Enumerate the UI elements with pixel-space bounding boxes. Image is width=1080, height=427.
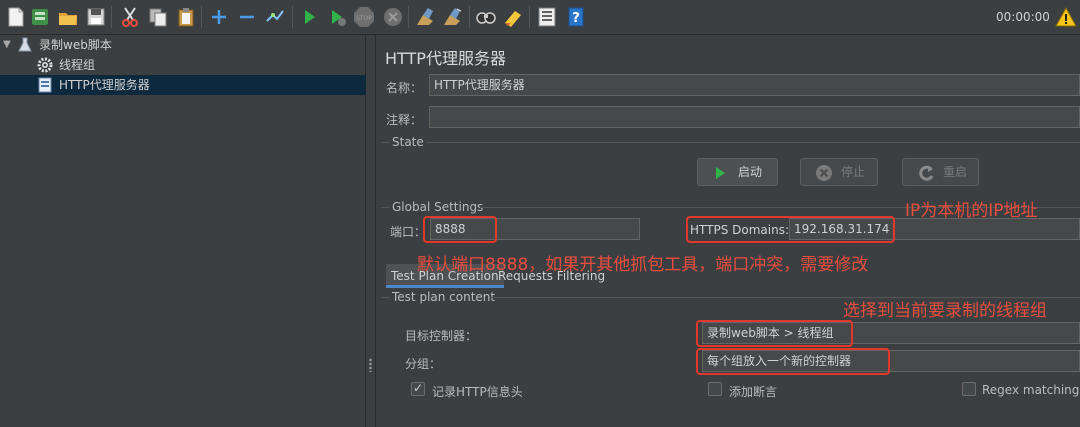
name-label: 名称： — [386, 81, 423, 95]
save-icon[interactable] — [84, 5, 108, 29]
stop-button[interactable]: 停止 — [800, 158, 878, 186]
tree-item-thread-group[interactable]: 线程组 — [0, 55, 366, 75]
stop-circle-icon — [815, 164, 833, 191]
svg-text:?: ? — [572, 11, 580, 26]
regex-matching-checkbox[interactable] — [962, 382, 976, 396]
ip-annotation: IP为本机的IP地址 — [905, 201, 1038, 221]
start-icon[interactable] — [297, 5, 321, 29]
copy-icon[interactable] — [146, 5, 170, 29]
comment-label: 注释： — [386, 113, 423, 127]
target-controller-label: 目标控制器： — [405, 329, 478, 343]
toolbar: STOP ? 00:00:00 — [0, 0, 1080, 35]
comment-field[interactable] — [429, 106, 1080, 128]
shutdown-icon[interactable] — [381, 5, 405, 29]
port-annotation: 默认端口8888，如果开其他抓包工具，端口冲突，需要修改 — [417, 255, 869, 275]
regex-matching-label: Regex matching — [982, 383, 1080, 397]
stop-icon[interactable]: STOP — [352, 5, 376, 29]
clear-all-icon[interactable] — [441, 5, 465, 29]
global-settings-label: Global Settings — [392, 200, 484, 214]
new-icon[interactable] — [4, 5, 28, 29]
test-plan-tree: ▼ 录制web脚本 线程组 HTTP代理服务器 — [0, 35, 366, 427]
add-assertions-checkbox[interactable] — [708, 382, 722, 396]
function-helper-icon[interactable] — [535, 5, 559, 29]
target-annotation: 选择到当前要录制的线程组 — [843, 301, 1047, 321]
https-highlight-box — [686, 216, 895, 243]
port-highlight-box — [423, 216, 497, 243]
tree-item-label: HTTP代理服务器 — [59, 78, 150, 92]
tree-item-test-plan[interactable]: ▼ 录制web脚本 — [0, 35, 366, 55]
port-label: 端口： — [390, 225, 427, 239]
elapsed-timer: 00:00:00 — [996, 10, 1050, 24]
restart-icon — [917, 164, 935, 191]
start-button[interactable]: 启动 — [697, 158, 778, 186]
restart-button[interactable]: 重启 — [902, 158, 979, 186]
target-highlight-box — [696, 320, 853, 347]
warning-icon[interactable] — [1055, 6, 1077, 31]
expand-icon[interactable] — [207, 5, 231, 29]
help-icon[interactable]: ? — [564, 5, 588, 29]
state-group-label: State — [392, 135, 424, 149]
grouping-label: 分组： — [405, 357, 442, 371]
capture-headers-checkbox[interactable] — [411, 381, 425, 396]
toggle-icon[interactable] — [263, 5, 287, 29]
svg-text:STOP: STOP — [356, 15, 372, 22]
cut-icon[interactable] — [118, 5, 142, 29]
capture-headers-label: 记录HTTP信息头 — [432, 385, 523, 399]
splitter-grip-icon[interactable] — [369, 358, 372, 372]
name-field[interactable]: HTTP代理服务器 — [429, 74, 1080, 96]
page-title: HTTP代理服务器 — [385, 49, 506, 68]
add-assertions-label: 添加断言 — [729, 385, 778, 399]
clear-icon[interactable] — [413, 5, 437, 29]
tree-item-label: 录制web脚本 — [39, 38, 112, 52]
templates-icon[interactable] — [28, 5, 52, 29]
test-plan-content-label: Test plan content — [392, 290, 496, 304]
paste-icon[interactable] — [174, 5, 198, 29]
tree-item-http-proxy[interactable]: HTTP代理服务器 — [0, 75, 366, 95]
collapse-icon[interactable] — [235, 5, 259, 29]
tree-item-label: 线程组 — [59, 58, 96, 72]
reset-search-icon[interactable] — [501, 5, 525, 29]
open-icon[interactable] — [56, 5, 80, 29]
search-icon[interactable] — [474, 5, 498, 29]
play-icon — [712, 164, 728, 190]
expand-arrow-icon[interactable]: ▼ — [3, 35, 11, 55]
grouping-highlight-box — [696, 348, 890, 375]
start-no-pause-icon[interactable] — [325, 5, 349, 29]
proxy-icon — [37, 77, 53, 99]
